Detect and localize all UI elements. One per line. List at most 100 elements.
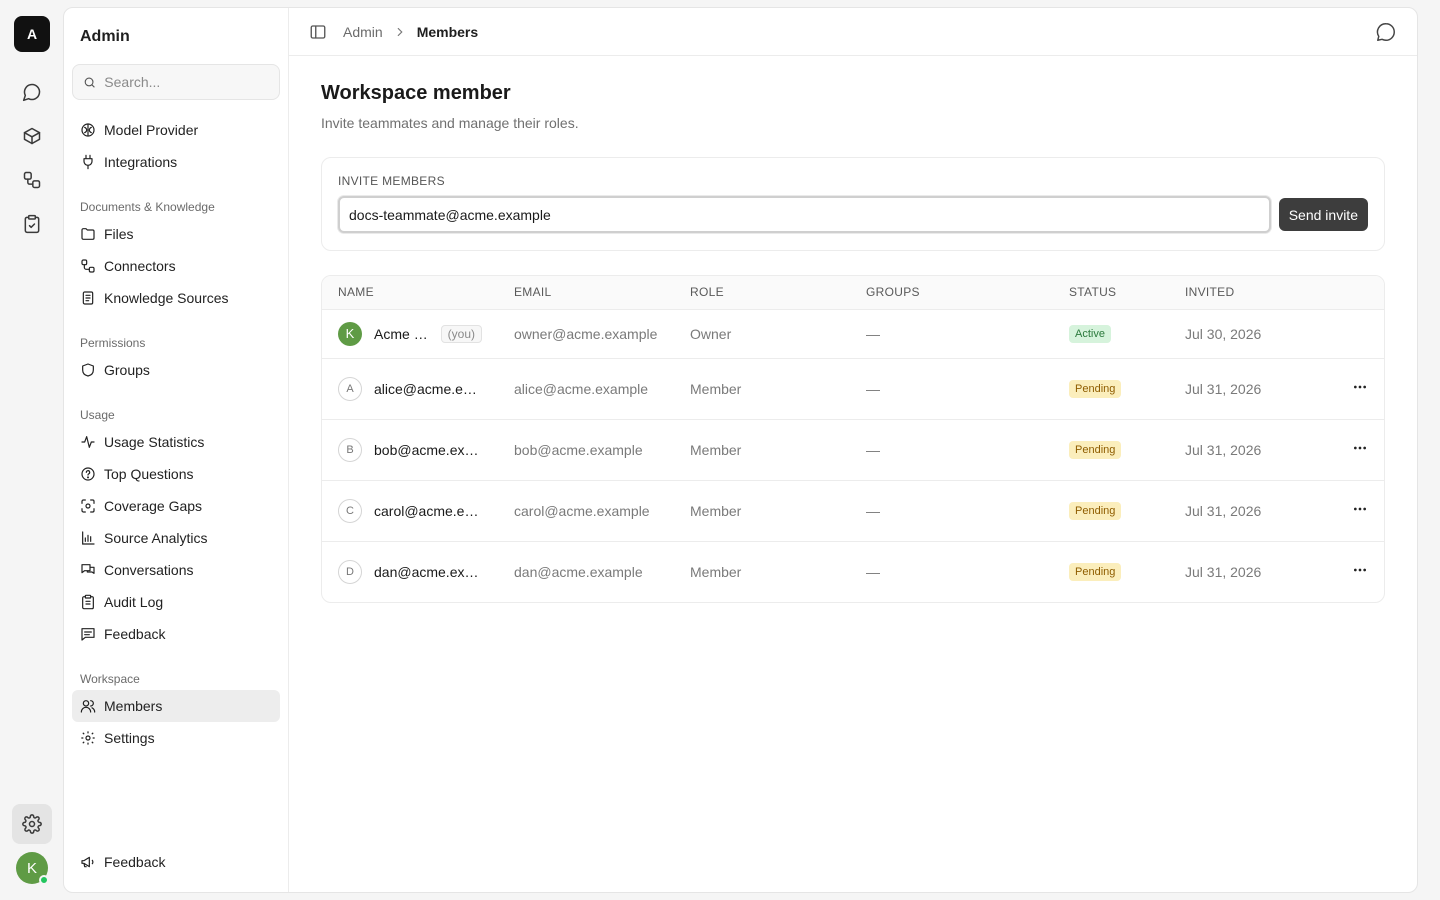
sidebar-item-label: Usage Statistics <box>104 434 205 450</box>
row-actions-button[interactable] <box>1299 358 1384 420</box>
sidebar-item-label: Settings <box>104 730 155 746</box>
table-row: C carol@acme.exa... carol@acme.example M… <box>322 480 1384 542</box>
table-row: A alice@acme.exa... alice@acme.example M… <box>322 358 1384 420</box>
sidebar-item-label: Feedback <box>104 854 166 870</box>
member-actions-empty <box>1299 309 1384 359</box>
member-groups: — <box>850 419 1053 481</box>
member-invited: Jul 31, 2026 <box>1169 480 1299 542</box>
sidebar-item-label: Model Provider <box>104 122 199 138</box>
send-invite-button[interactable]: Send invite <box>1278 198 1368 231</box>
column-header-groups: GROUPS <box>850 276 1053 310</box>
sidebar-item-audit-log[interactable]: Audit Log <box>72 586 280 618</box>
settings-rail-button[interactable] <box>12 804 52 844</box>
member-avatar: A <box>338 376 362 401</box>
chat-rail-button[interactable] <box>12 72 52 112</box>
chat-bubble-icon <box>22 83 41 102</box>
search-box[interactable] <box>72 64 280 100</box>
sidebar-item-label: Members <box>104 698 163 714</box>
agents-rail-button[interactable] <box>12 116 52 156</box>
sidebar-toggle-icon[interactable] <box>309 23 327 41</box>
row-actions-button[interactable] <box>1299 480 1384 542</box>
chat-circle-icon <box>1376 22 1395 41</box>
sidebar-item-members[interactable]: Members <box>72 690 280 722</box>
tasks-rail-button[interactable] <box>12 204 52 244</box>
member-avatar: D <box>338 559 362 584</box>
status-badge: Active <box>1069 325 1111 343</box>
main-panel: Admin Members Workspace member Invite te… <box>289 8 1417 892</box>
sidebar-item-source-analytics[interactable]: Source Analytics <box>72 522 280 554</box>
member-name: Acme Ow... <box>374 325 431 342</box>
app-frame: Admin Model Provider Integrations Docume… <box>63 7 1418 893</box>
nav-group-workspace: Workspace Members Settings <box>72 668 280 754</box>
megaphone-icon <box>81 856 94 868</box>
activity-icon <box>81 436 95 448</box>
user-avatar[interactable]: K <box>16 852 49 885</box>
invite-members-card: INVITE MEMBERS Send invite <box>321 157 1385 251</box>
member-email: bob@acme.example <box>498 419 674 481</box>
nav-group-label: Workspace <box>80 672 140 686</box>
sidebar-item-label: Top Questions <box>104 466 194 482</box>
sidebar-item-coverage-gaps[interactable]: Coverage Gaps <box>72 490 280 522</box>
member-invited: Jul 31, 2026 <box>1169 419 1299 481</box>
status-badge: Pending <box>1069 441 1122 459</box>
member-email: carol@acme.example <box>498 480 674 542</box>
sidebar-item-integrations[interactable]: Integrations <box>72 146 280 178</box>
sidebar-bottom: Feedback <box>72 846 280 878</box>
nav-group-usage: Usage Usage Statistics Top Questions Cov… <box>72 404 280 650</box>
sidebar-item-groups[interactable]: Groups <box>72 354 280 386</box>
messages-icon <box>81 564 95 574</box>
member-email: owner@acme.example <box>498 309 674 359</box>
brain-icon <box>81 123 95 137</box>
member-name-cell: D dan@acme.exam... <box>322 541 498 602</box>
nav-top-group: Model Provider Integrations <box>72 114 280 178</box>
row-actions-button[interactable] <box>1299 419 1384 481</box>
chat-toggle-button[interactable] <box>1375 21 1397 43</box>
member-role: Owner <box>674 309 850 359</box>
members-table-card: NAME EMAIL ROLE GROUPS STATUS INVITED K … <box>321 275 1385 603</box>
sidebar-item-conversations[interactable]: Conversations <box>72 554 280 586</box>
search-input[interactable] <box>104 74 269 90</box>
sidebar-item-label: Knowledge Sources <box>104 290 229 306</box>
table-row: K Acme Ow... (you) owner@acme.example Ow… <box>322 309 1384 359</box>
sidebar-item-files[interactable]: Files <box>72 218 280 250</box>
clipboard-check-icon <box>24 214 40 234</box>
member-name: bob@acme.exam... <box>374 441 482 458</box>
breadcrumb-parent[interactable]: Admin <box>343 24 383 40</box>
sidebar-item-label: Connectors <box>104 258 176 274</box>
box-icon <box>23 127 41 145</box>
sidebar-item-knowledge-sources[interactable]: Knowledge Sources <box>72 282 280 314</box>
sidebar-item-settings[interactable]: Settings <box>72 722 280 754</box>
member-role: Member <box>674 480 850 542</box>
workspace-logo[interactable]: A <box>14 16 50 52</box>
member-avatar: C <box>338 498 362 523</box>
member-groups: — <box>850 358 1053 420</box>
sidebar-item-connectors[interactable]: Connectors <box>72 250 280 282</box>
connectors-icon <box>81 259 95 273</box>
member-role: Member <box>674 358 850 420</box>
workflow-icon <box>23 171 41 189</box>
message-square-text-icon <box>81 628 95 641</box>
row-actions-button[interactable] <box>1299 541 1384 602</box>
page-title: Workspace member <box>321 82 511 104</box>
sidebar-item-model-provider[interactable]: Model Provider <box>72 114 280 146</box>
sidebar-item-usage-statistics[interactable]: Usage Statistics <box>72 426 280 458</box>
user-avatar-initial: K <box>26 859 37 877</box>
sidebar-feedback-link[interactable]: Feedback <box>72 846 280 878</box>
clipboard-list-icon <box>82 594 94 610</box>
member-status-cell: Pending <box>1053 358 1169 420</box>
nav-group-label: Documents & Knowledge <box>80 200 215 214</box>
column-header-email: EMAIL <box>498 276 674 310</box>
sidebar-item-label: Audit Log <box>104 594 164 610</box>
document-icon <box>82 291 94 305</box>
sidebar-item-label: Feedback <box>104 626 166 642</box>
invite-row: Send invite <box>338 196 1368 233</box>
sidebar-item-feedback[interactable]: Feedback <box>72 618 280 650</box>
sidebar-item-label: Source Analytics <box>104 530 208 546</box>
plug-icon <box>83 154 93 170</box>
table-row: B bob@acme.exam... bob@acme.example Memb… <box>322 419 1384 481</box>
workflows-rail-button[interactable] <box>12 160 52 200</box>
online-status-dot <box>39 875 49 885</box>
search-icon <box>84 77 95 87</box>
sidebar-item-top-questions[interactable]: Top Questions <box>72 458 280 490</box>
invite-email-input[interactable] <box>338 196 1271 233</box>
